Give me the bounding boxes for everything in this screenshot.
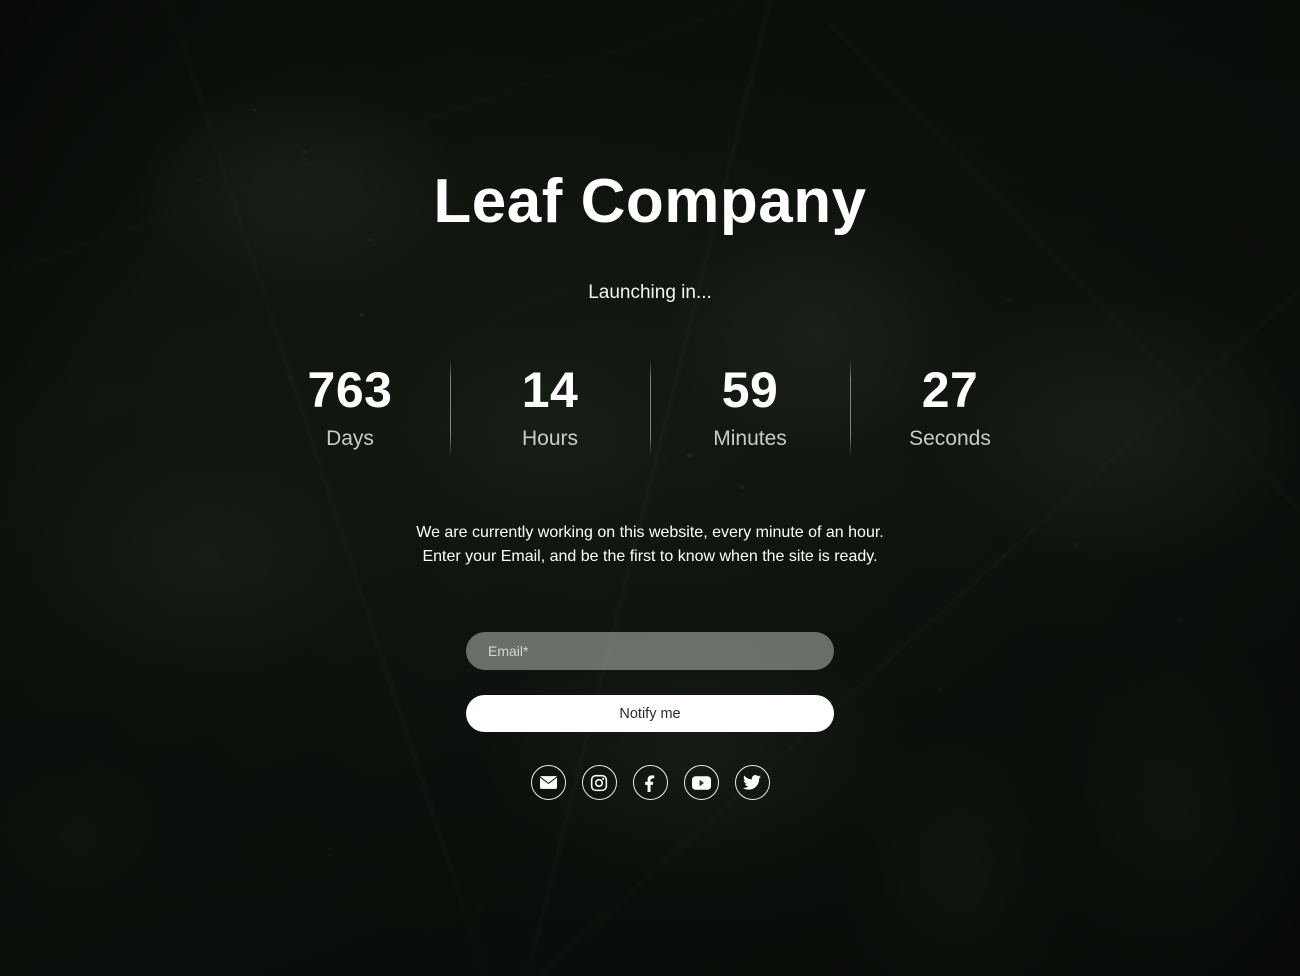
countdown-minutes-value: 59	[721, 362, 779, 419]
countdown-segment-days: 763 Days	[250, 354, 450, 459]
coming-soon-page: Leaf Company Launching in... 763 Days 14…	[0, 0, 1300, 976]
facebook-icon	[641, 774, 659, 792]
countdown-days-value: 763	[307, 362, 393, 419]
countdown-seconds-value: 27	[921, 362, 979, 419]
social-link-instagram[interactable]	[581, 765, 617, 801]
countdown-hours-label: Hours	[521, 426, 579, 450]
email-input[interactable]	[466, 632, 834, 671]
instagram-icon	[590, 774, 608, 792]
notify-me-button[interactable]: Notify me	[466, 695, 834, 733]
email-icon	[539, 776, 557, 790]
countdown-timer: 763 Days 14 Hours 59 Minutes 27 Seconds	[250, 354, 1050, 459]
social-link-youtube[interactable]	[683, 765, 719, 801]
twitter-icon	[743, 775, 761, 790]
countdown-seconds-label: Seconds	[909, 426, 991, 450]
social-link-twitter[interactable]	[734, 765, 770, 801]
countdown-days-label: Days	[326, 426, 374, 450]
description-text: We are currently working on this website…	[416, 521, 883, 571]
page-content: Leaf Company Launching in... 763 Days 14…	[0, 0, 1300, 976]
description-line-1: We are currently working on this website…	[416, 523, 884, 541]
youtube-icon	[691, 775, 711, 790]
social-links	[530, 765, 770, 801]
social-link-email[interactable]	[530, 765, 566, 801]
countdown-segment-seconds: 27 Seconds	[850, 354, 1050, 459]
notify-signup-form: Notify me	[466, 632, 834, 733]
social-link-facebook[interactable]	[632, 765, 668, 801]
page-title: Leaf Company	[433, 167, 867, 236]
description-line-2: Enter your Email, and be the first to kn…	[422, 548, 878, 566]
countdown-segment-minutes: 59 Minutes	[650, 354, 850, 459]
countdown-hours-value: 14	[521, 362, 579, 419]
countdown-minutes-label: Minutes	[713, 426, 787, 450]
launch-tagline: Launching in...	[588, 282, 712, 304]
countdown-segment-hours: 14 Hours	[450, 354, 650, 459]
